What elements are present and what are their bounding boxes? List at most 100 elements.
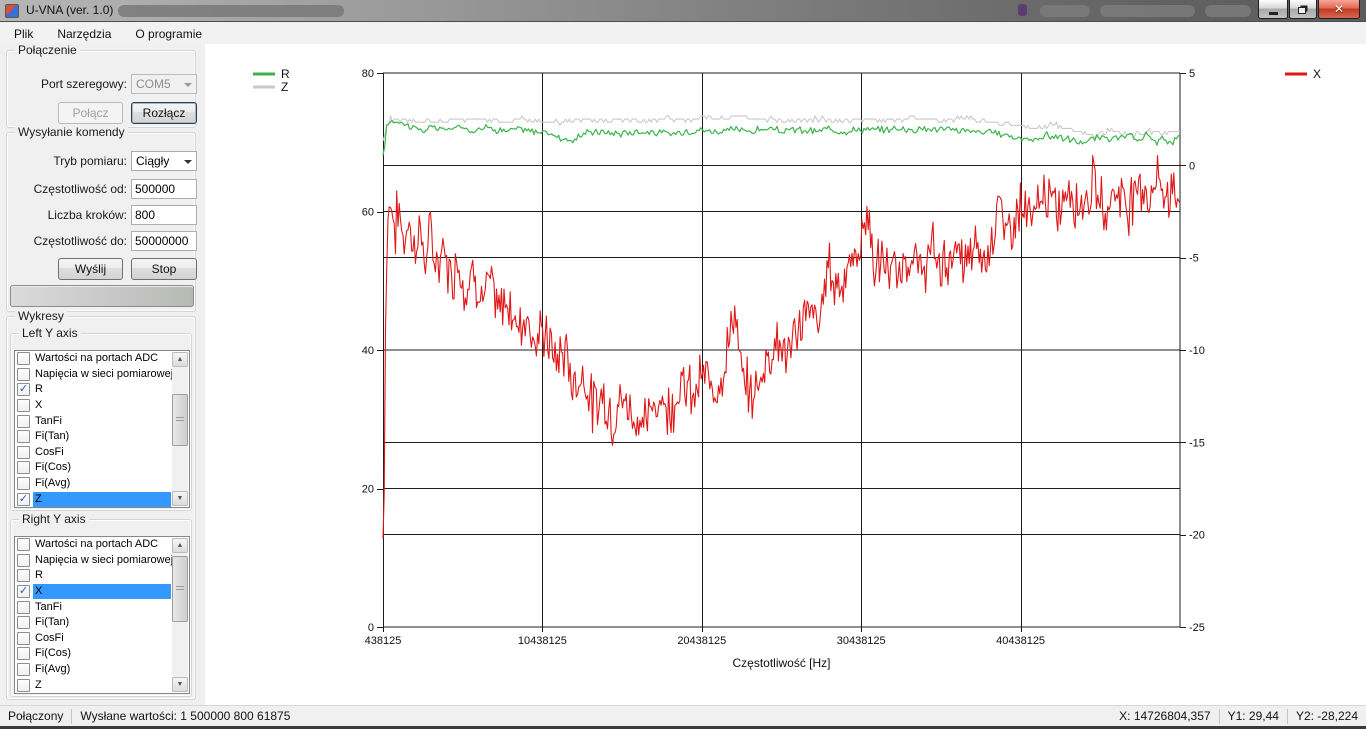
item-label: R (33, 568, 171, 583)
item-checkbox[interactable] (17, 538, 30, 551)
item-checkbox[interactable]: ✓ (17, 585, 30, 598)
measure-mode-value: Ciągły (136, 154, 169, 168)
y-right-tick-label: -5 (1189, 253, 1199, 265)
item-checkbox[interactable] (17, 415, 30, 428)
menu-narzedzia[interactable]: Narzędzia (47, 24, 121, 44)
item-label: TanFi (33, 414, 171, 429)
legend-label-R: R (281, 67, 290, 81)
item-label: Fi(Tan) (33, 429, 171, 444)
scroll-up-icon[interactable]: ▲ (172, 352, 188, 367)
scrollbar-thumb[interactable] (172, 394, 188, 446)
y-right-tick-label: 0 (1189, 160, 1195, 172)
status-cursor-y2: Y2: -28,224 (1296, 709, 1358, 723)
item-checkbox[interactable] (17, 679, 30, 692)
item-checkbox[interactable] (17, 352, 30, 365)
serial-port-combo[interactable]: COM5 (131, 74, 197, 94)
status-separator (1287, 709, 1288, 724)
send-command-group: Wysyłanie komendy Tryb pomiaru: Ciągły C… (6, 132, 196, 312)
titlebar: U-VNA (ver. 1.0) ✕ (0, 0, 1366, 22)
item-label: CosFi (33, 631, 171, 646)
legend-label-X: X (1313, 67, 1321, 81)
scroll-up-icon[interactable]: ▲ (172, 538, 188, 553)
status-sent-values: Wysłane wartości: 1 500000 800 61875 (80, 709, 290, 723)
y-left-tick-label: 60 (362, 207, 374, 219)
freq-from-input[interactable] (131, 179, 197, 199)
chart-plot-area[interactable] (383, 73, 1180, 627)
y-right-tick-label: -15 (1189, 437, 1205, 449)
item-checkbox[interactable] (17, 632, 30, 645)
item-label: Fi(Avg) (33, 476, 171, 491)
menu-plik[interactable]: Plik (4, 24, 43, 44)
axis-list-item[interactable]: Fi(Tan) (15, 429, 189, 445)
freq-to-input[interactable] (131, 231, 197, 251)
status-cursor-x: X: 14726804,357 (1119, 709, 1210, 723)
disconnect-button[interactable]: Rozłącz (131, 102, 197, 124)
left-axis-listbox[interactable]: Wartości na portach ADCNapięcia w sieci … (14, 350, 190, 508)
freq-to-label: Częstotliwość do: (7, 234, 127, 248)
axis-list-item[interactable]: ✓Z (15, 491, 189, 507)
axis-list-item[interactable]: Fi(Avg) (15, 662, 189, 678)
send-button[interactable]: Wyślij (58, 258, 123, 280)
item-checkbox[interactable] (17, 461, 30, 474)
axis-list-item[interactable]: X (15, 398, 189, 414)
item-checkbox[interactable] (17, 663, 30, 676)
item-checkbox[interactable] (17, 430, 30, 443)
axis-list-item[interactable]: ✓R (15, 382, 189, 398)
axis-list-item[interactable]: Fi(Avg) (15, 476, 189, 492)
scrollbar[interactable]: ▲ ▼ (172, 538, 188, 692)
axis-list-item[interactable]: Napięcia w sieci pomiarowej (15, 553, 189, 569)
item-checkbox[interactable] (17, 446, 30, 459)
app-icon (5, 4, 19, 18)
item-checkbox[interactable] (17, 647, 30, 660)
right-axis-listbox[interactable]: Wartości na portach ADCNapięcia w sieci … (14, 536, 190, 694)
status-separator (71, 709, 72, 724)
x-tick-label: 30438125 (837, 635, 886, 647)
axis-list-item[interactable]: Fi(Cos) (15, 646, 189, 662)
minimize-button[interactable] (1258, 0, 1288, 19)
x-axis-title: Częstotliwość [Hz] (732, 656, 830, 670)
serial-port-label: Port szeregowy: (7, 77, 127, 91)
axis-list-item[interactable]: ✓X (15, 584, 189, 600)
item-checkbox[interactable] (17, 569, 30, 582)
stop-button[interactable]: Stop (131, 258, 197, 280)
right-y-axis-group: Right Y axis Wartości na portach ADCNapi… (10, 519, 192, 697)
axis-list-item[interactable]: TanFi (15, 413, 189, 429)
y-left-tick-label: 0 (368, 622, 374, 634)
item-label: Fi(Cos) (33, 646, 171, 661)
axis-list-item[interactable]: Z (15, 677, 189, 693)
close-button[interactable]: ✕ (1318, 0, 1360, 19)
connect-button[interactable]: Połącz (58, 102, 123, 124)
steps-label: Liczba kroków: (7, 208, 127, 222)
measure-mode-combo[interactable]: Ciągły (131, 151, 197, 171)
axis-list-item[interactable]: Wartości na portach ADC (15, 351, 189, 367)
freq-from-label: Częstotliwość od: (7, 182, 127, 196)
item-checkbox[interactable]: ✓ (17, 493, 30, 506)
item-checkbox[interactable] (17, 554, 30, 567)
item-checkbox[interactable] (17, 399, 30, 412)
scroll-down-icon[interactable]: ▼ (172, 491, 188, 506)
close-icon: ✕ (1334, 3, 1344, 15)
axis-list-item[interactable]: R (15, 568, 189, 584)
axis-list-item[interactable]: Wartości na portach ADC (15, 537, 189, 553)
scroll-down-icon[interactable]: ▼ (172, 677, 188, 692)
axis-list-item[interactable]: CosFi (15, 445, 189, 461)
axis-list-item[interactable]: TanFi (15, 599, 189, 615)
axis-list-item[interactable]: Napięcia w sieci pomiarowej (15, 367, 189, 383)
axis-list-item[interactable]: Fi(Tan) (15, 615, 189, 631)
restore-button[interactable] (1289, 0, 1317, 19)
scrollbar[interactable]: ▲ ▼ (172, 352, 188, 506)
scrollbar-thumb[interactable] (172, 556, 188, 622)
y-right-tick-label: -20 (1189, 530, 1205, 542)
item-checkbox[interactable]: ✓ (17, 383, 30, 396)
minimize-icon (1269, 12, 1278, 15)
item-checkbox[interactable] (17, 477, 30, 490)
right-y-axis-label: Right Y axis (19, 512, 89, 526)
axis-list-item[interactable]: Fi(Cos) (15, 460, 189, 476)
item-label: Napięcia w sieci pomiarowej (33, 553, 175, 568)
item-checkbox[interactable] (17, 368, 30, 381)
item-checkbox[interactable] (17, 601, 30, 614)
item-checkbox[interactable] (17, 616, 30, 629)
menu-o-programie[interactable]: O programie (125, 24, 212, 44)
axis-list-item[interactable]: CosFi (15, 631, 189, 647)
steps-input[interactable] (131, 205, 197, 225)
